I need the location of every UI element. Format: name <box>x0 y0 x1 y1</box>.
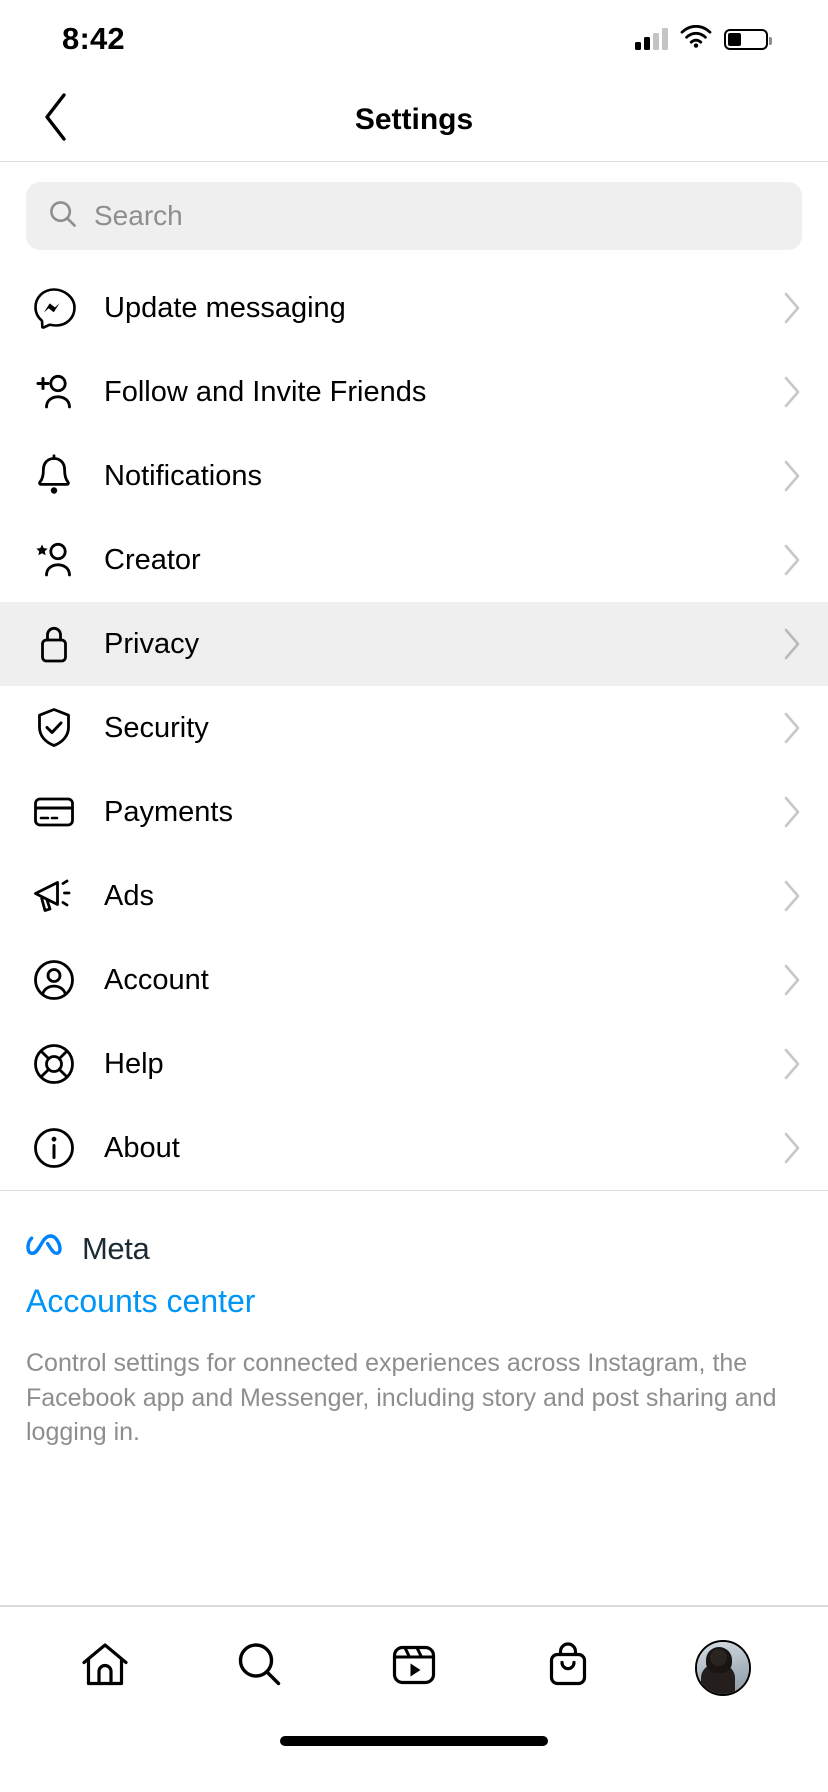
chevron-right-icon <box>766 879 802 913</box>
credit-card-icon <box>26 793 82 831</box>
chevron-right-icon <box>766 1047 802 1081</box>
settings-row-creator[interactable]: Creator <box>0 518 828 602</box>
settings-screen: 8:42 Settings <box>0 0 828 1792</box>
settings-row-label: Account <box>82 964 766 997</box>
settings-row-label: Ads <box>82 880 766 913</box>
settings-row-security[interactable]: Security <box>0 686 828 770</box>
chevron-right-icon <box>766 459 802 493</box>
bottom-tab-bar <box>0 1606 828 1728</box>
cellular-signal-icon <box>635 28 668 50</box>
chevron-right-icon <box>766 543 802 577</box>
accounts-center-link[interactable]: Accounts center <box>26 1283 802 1320</box>
meta-accounts-center-section: Meta Accounts center Control settings fo… <box>0 1191 828 1480</box>
settings-row-label: Payments <box>82 796 766 829</box>
lock-icon <box>26 622 82 666</box>
settings-row-label: About <box>82 1132 766 1165</box>
chevron-right-icon <box>766 627 802 661</box>
search-icon <box>48 199 78 234</box>
settings-row-ads[interactable]: Ads <box>0 854 828 938</box>
settings-row-payments[interactable]: Payments <box>0 770 828 854</box>
meta-wordmark: Meta <box>82 1231 149 1267</box>
chevron-right-icon <box>766 291 802 325</box>
chevron-left-icon <box>41 92 71 147</box>
settings-list: Update messaging Follow and Invite Frien… <box>0 266 828 1190</box>
chevron-right-icon <box>766 375 802 409</box>
status-bar: 8:42 <box>0 0 828 78</box>
chevron-right-icon <box>766 795 802 829</box>
settings-row-label: Security <box>82 712 766 745</box>
lifebuoy-icon <box>26 1042 82 1086</box>
wifi-icon <box>680 25 712 53</box>
settings-row-label: Help <box>82 1048 766 1081</box>
chevron-right-icon <box>766 1131 802 1165</box>
flex-spacer <box>0 1480 828 1606</box>
tab-home[interactable] <box>59 1622 151 1714</box>
back-button[interactable] <box>26 90 86 150</box>
settings-row-follow-and-invite-friends[interactable]: Follow and Invite Friends <box>0 350 828 434</box>
battery-icon <box>724 29 768 50</box>
tab-reels[interactable] <box>368 1622 460 1714</box>
reels-icon <box>388 1639 440 1696</box>
search-container: Search <box>0 162 828 266</box>
shield-check-icon <box>26 706 82 750</box>
messenger-icon <box>26 286 82 330</box>
chevron-right-icon <box>766 963 802 997</box>
settings-row-label: Privacy <box>82 628 766 661</box>
meta-infinity-icon <box>26 1234 70 1265</box>
settings-row-label: Creator <box>82 544 766 577</box>
settings-row-help[interactable]: Help <box>0 1022 828 1106</box>
person-circle-icon <box>26 958 82 1002</box>
chevron-right-icon <box>766 711 802 745</box>
status-bar-indicators <box>635 25 768 53</box>
shop-bag-icon <box>542 1639 594 1696</box>
status-bar-time: 8:42 <box>62 21 125 57</box>
settings-row-account[interactable]: Account <box>0 938 828 1022</box>
tab-profile[interactable] <box>677 1622 769 1714</box>
meta-branding: Meta <box>26 1231 802 1267</box>
tab-search[interactable] <box>214 1622 306 1714</box>
search-input[interactable]: Search <box>26 182 802 250</box>
tab-shop[interactable] <box>522 1622 614 1714</box>
settings-row-notifications[interactable]: Notifications <box>0 434 828 518</box>
page-title: Settings <box>0 103 828 137</box>
person-plus-icon <box>26 370 82 414</box>
settings-row-label: Update messaging <box>82 292 766 325</box>
home-icon <box>79 1639 131 1696</box>
search-icon <box>234 1639 286 1696</box>
person-star-icon <box>26 538 82 582</box>
accounts-center-description: Control settings for connected experienc… <box>26 1346 802 1450</box>
navigation-bar: Settings <box>0 78 828 162</box>
settings-row-label: Notifications <box>82 460 766 493</box>
bell-icon <box>26 454 82 498</box>
settings-row-about[interactable]: About <box>0 1106 828 1190</box>
home-indicator <box>0 1728 828 1792</box>
settings-row-update-messaging[interactable]: Update messaging <box>0 266 828 350</box>
search-placeholder: Search <box>94 200 183 232</box>
megaphone-icon <box>26 874 82 918</box>
settings-row-privacy[interactable]: Privacy <box>0 602 828 686</box>
info-circle-icon <box>26 1126 82 1170</box>
avatar-icon <box>695 1640 751 1696</box>
settings-row-label: Follow and Invite Friends <box>82 376 766 409</box>
